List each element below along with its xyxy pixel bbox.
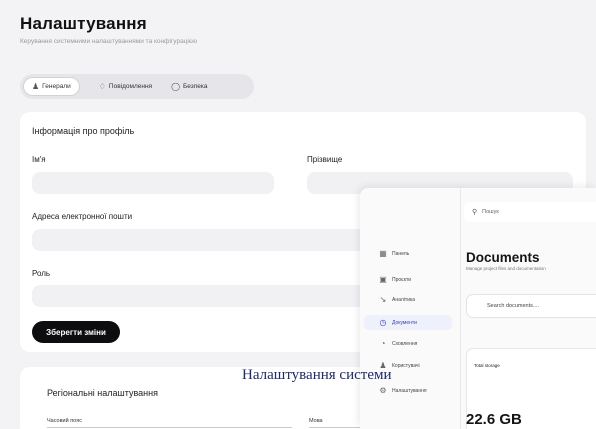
bell-icon: ♢ <box>98 82 106 91</box>
profile-card-title: Інформація про профіль <box>32 126 135 136</box>
grid-icon: ▦ <box>379 249 387 258</box>
storage-icon: ◔ <box>380 339 386 348</box>
first-name-label: Ім'я <box>32 155 46 164</box>
page-title: Налаштування <box>20 14 147 33</box>
document-icon: ◷ <box>379 318 387 327</box>
storage-label: Total storage <box>474 363 500 368</box>
sidebar-item-projects[interactable]: ▣ Проєкти <box>364 272 452 287</box>
email-label: Адреса електронної пошти <box>32 212 133 221</box>
tab-general-label: Генерали <box>42 83 71 90</box>
tab-notifications[interactable]: ♢ Повідомлення <box>91 78 160 95</box>
sidebar-item-label: Аналітика <box>392 296 416 303</box>
sidebar-item-label: Панель <box>392 250 410 257</box>
page-subtitle: Керування системними налаштуваннями та к… <box>20 38 198 45</box>
global-search-input[interactable]: ⚲ Пошук <box>464 202 596 222</box>
global-search-placeholder: Пошук <box>482 209 499 215</box>
shield-icon: ◯ <box>171 82 181 91</box>
sidebar-item-label: Сховлення <box>392 340 418 347</box>
save-changes-button[interactable]: Зберегти зміни <box>32 321 120 343</box>
role-label: Роль <box>32 269 51 278</box>
search-icon: ⚲ <box>472 209 478 216</box>
user-icon: ♟ <box>32 82 40 91</box>
sidebar-item-dashboard[interactable]: ▦ Панель <box>364 246 452 261</box>
sidebar-item-analytics[interactable]: ↘ Аналітика <box>364 292 452 307</box>
tab-notifications-label: Повідомлення <box>108 83 153 90</box>
last-name-label: Прізвище <box>307 155 343 164</box>
page-header: Налаштування Керування системними налашт… <box>20 14 197 45</box>
language-label: Мова <box>309 418 323 424</box>
tab-general[interactable]: ♟ Генерали <box>24 78 79 95</box>
documents-window: ▦ Панель ▣ Проєкти ↘ Аналітика ◷ Докумен… <box>360 188 596 429</box>
timezone-field[interactable] <box>47 427 292 428</box>
timezone-label: Часовий пояс <box>47 418 82 424</box>
search-documents-placeholder: Search documents.... <box>487 303 539 309</box>
first-name-field[interactable] <box>32 172 274 194</box>
tab-security-label: Безпека <box>183 83 208 90</box>
chart-icon: ↘ <box>379 295 387 304</box>
sidebar-item-label: Документи <box>392 319 417 326</box>
tab-security[interactable]: ◯ Безпека <box>163 78 215 95</box>
sidebar-item-documents[interactable]: ◷ Документи <box>364 315 452 330</box>
caption-text: Налаштування системи <box>242 367 392 383</box>
sidebar-item-label: Користувачі <box>392 362 420 369</box>
sidebar-item-label: Налаштування <box>392 387 427 394</box>
documents-subtitle: Manage project files and documentation <box>466 266 546 271</box>
documents-sidebar: ▦ Панель ▣ Проєкти ↘ Аналітика ◷ Докумен… <box>360 188 460 429</box>
regional-card-title: Регіональні налаштування <box>47 388 158 398</box>
gear-icon: ⚙ <box>379 386 387 395</box>
settings-tabs: ♟ Генерали ♢ Повідомлення ◯ Безпека <box>20 74 254 99</box>
search-documents-input[interactable]: Search documents.... <box>466 294 596 318</box>
documents-title: Documents <box>466 250 540 265</box>
documents-main: ⚲ Пошук Documents Manage project files a… <box>460 188 596 429</box>
sidebar-item-label: Проєкти <box>392 276 412 283</box>
sidebar-item-settings[interactable]: ⚙ Налаштування <box>364 383 452 398</box>
folder-icon: ▣ <box>379 275 387 284</box>
sidebar-item-storage[interactable]: ◔ Сховлення <box>364 336 452 351</box>
storage-value: 22.6 GB <box>466 411 522 428</box>
